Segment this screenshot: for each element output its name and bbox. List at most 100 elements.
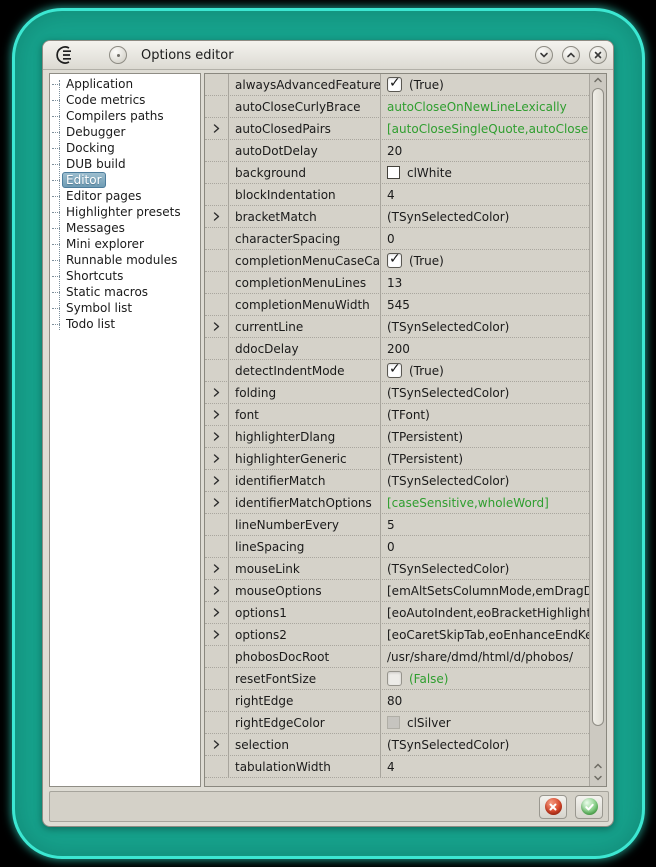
property-value-cell[interactable]: 200 [381,338,589,359]
property-row[interactable]: currentLine (TSynSelectedColor) [205,316,589,338]
property-value-cell[interactable]: 20 [381,140,589,161]
row-gutter[interactable] [205,448,229,469]
property-row[interactable]: lineSpacing 0 [205,536,589,558]
property-value-cell[interactable]: [emAltSetsColumnMode,emDragDr [381,580,589,601]
property-row[interactable]: completionMenuCaseCare (True) [205,250,589,272]
expand-chevron-icon[interactable] [212,497,221,508]
property-value-cell[interactable]: [caseSensitive,wholeWord] [381,492,589,513]
row-gutter[interactable] [205,96,229,117]
property-value-cell[interactable]: clSilver [381,712,589,733]
property-value-cell[interactable]: (False) [381,668,589,689]
property-row[interactable]: identifierMatch (TSynSelectedColor) [205,470,589,492]
scroll-down-button[interactable] [590,772,606,784]
row-gutter[interactable] [205,734,229,755]
property-row[interactable]: identifierMatchOptions [caseSensitive,wh… [205,492,589,514]
row-gutter[interactable] [205,514,229,535]
property-value-cell[interactable]: 4 [381,756,589,777]
row-gutter[interactable] [205,580,229,601]
close-button[interactable] [589,46,607,64]
sidebar-item[interactable]: DUB build [50,156,200,172]
property-value-cell[interactable]: (TSynSelectedColor) [381,558,589,579]
property-row[interactable]: alwaysAdvancedFeatures (True) [205,74,589,96]
property-value-cell[interactable]: (TSynSelectedColor) [381,470,589,491]
sidebar-item[interactable]: Docking [50,140,200,156]
row-gutter[interactable] [205,250,229,271]
sidebar-item[interactable]: Mini explorer [50,236,200,252]
property-row[interactable]: blockIndentation 4 [205,184,589,206]
row-gutter[interactable] [205,646,229,667]
expand-chevron-icon[interactable] [212,739,221,750]
row-gutter[interactable] [205,228,229,249]
accept-button[interactable] [575,795,603,819]
property-value-cell[interactable]: 545 [381,294,589,315]
row-gutter[interactable] [205,470,229,491]
property-row[interactable]: phobosDocRoot /usr/share/dmd/html/d/phob… [205,646,589,668]
expand-chevron-icon[interactable] [212,211,221,222]
row-gutter[interactable] [205,756,229,777]
expand-chevron-icon[interactable] [212,563,221,574]
scroll-up-button-2[interactable] [590,760,606,772]
property-row[interactable]: background clWhite [205,162,589,184]
property-row[interactable]: mouseOptions [emAltSetsColumnMode,emDrag… [205,580,589,602]
expand-chevron-icon[interactable] [212,607,221,618]
expand-chevron-icon[interactable] [212,475,221,486]
cancel-button[interactable] [539,795,567,819]
property-value-cell[interactable]: 13 [381,272,589,293]
sidebar-item[interactable]: Editor [50,172,200,188]
property-value-cell[interactable]: 5 [381,514,589,535]
property-row[interactable]: bracketMatch (TSynSelectedColor) [205,206,589,228]
property-value-cell[interactable]: clWhite [381,162,589,183]
titlebar[interactable]: Options editor [43,41,613,70]
sidebar-item[interactable]: Shortcuts [50,268,200,284]
property-value-cell[interactable]: (True) [381,74,589,95]
value-checkbox[interactable] [387,77,402,92]
expand-chevron-icon[interactable] [212,123,221,134]
property-value-cell[interactable]: 0 [381,228,589,249]
row-gutter[interactable] [205,294,229,315]
property-row[interactable]: selection (TSynSelectedColor) [205,734,589,756]
row-gutter[interactable] [205,404,229,425]
vertical-scrollbar[interactable] [589,74,606,786]
property-value-cell[interactable]: (TSynSelectedColor) [381,316,589,337]
property-row[interactable]: mouseLink (TSynSelectedColor) [205,558,589,580]
property-value-cell[interactable]: (TPersistent) [381,426,589,447]
property-row[interactable]: autoDotDelay 20 [205,140,589,162]
sidebar-item[interactable]: Code metrics [50,92,200,108]
property-row[interactable]: detectIndentMode (True) [205,360,589,382]
row-gutter[interactable] [205,558,229,579]
property-value-cell[interactable]: /usr/share/dmd/html/d/phobos/ [381,646,589,667]
row-gutter[interactable] [205,162,229,183]
row-gutter[interactable] [205,272,229,293]
property-row[interactable]: folding (TSynSelectedColor) [205,382,589,404]
sidebar-item[interactable]: Debugger [50,124,200,140]
property-row[interactable]: tabulationWidth 4 [205,756,589,778]
row-gutter[interactable] [205,382,229,403]
property-row[interactable]: autoClosedPairs [autoCloseSingleQuote,au… [205,118,589,140]
expand-chevron-icon[interactable] [212,431,221,442]
value-checkbox[interactable] [387,253,402,268]
property-value-cell[interactable]: 80 [381,690,589,711]
scroll-up-button[interactable] [590,74,606,86]
sidebar-item[interactable]: Static macros [50,284,200,300]
property-value-cell[interactable]: autoCloseOnNewLineLexically [381,96,589,117]
row-gutter[interactable] [205,206,229,227]
expand-chevron-icon[interactable] [212,321,221,332]
property-row[interactable]: completionMenuLines 13 [205,272,589,294]
sidebar-item[interactable]: Highlighter presets [50,204,200,220]
expand-chevron-icon[interactable] [212,629,221,640]
sidebar-item[interactable]: Symbol list [50,300,200,316]
property-value-cell[interactable]: (True) [381,360,589,381]
row-gutter[interactable] [205,690,229,711]
sidebar-item[interactable]: Messages [50,220,200,236]
sidebar-item[interactable]: Todo list [50,316,200,332]
property-value-cell[interactable]: (TPersistent) [381,448,589,469]
property-row[interactable]: highlighterGeneric (TPersistent) [205,448,589,470]
property-row[interactable]: rightEdgeColor clSilver [205,712,589,734]
property-row[interactable]: options1 [eoAutoIndent,eoBracketHighligh… [205,602,589,624]
shade-button[interactable] [535,46,553,64]
expand-chevron-icon[interactable] [212,409,221,420]
row-gutter[interactable] [205,668,229,689]
row-gutter[interactable] [205,492,229,513]
sidebar-item[interactable]: Application [50,76,200,92]
value-checkbox[interactable] [387,671,402,686]
